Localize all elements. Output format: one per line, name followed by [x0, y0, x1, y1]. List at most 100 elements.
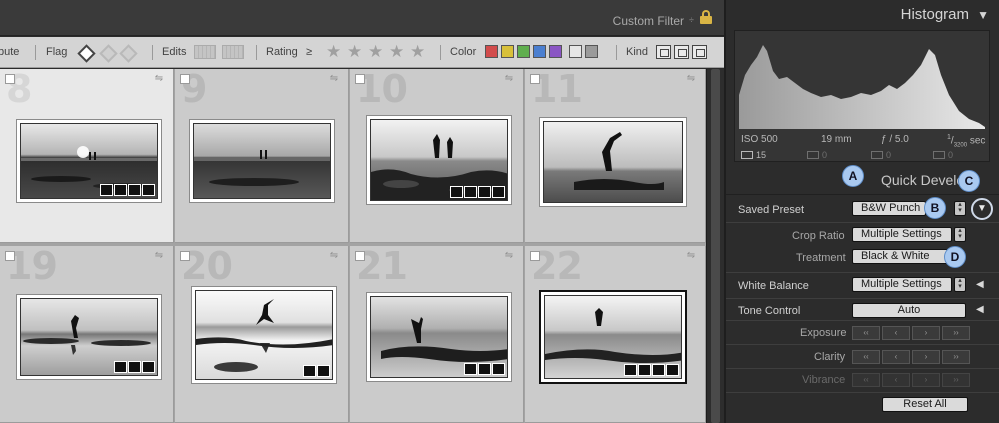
rotate-icon[interactable]: ⇋ [151, 74, 167, 84]
vibrance-increase[interactable]: › [912, 373, 940, 387]
clarity-decrease[interactable]: ‹ [882, 350, 910, 364]
histogram-panel[interactable]: ISO 500 19 mm ƒ / 5.0 1/3200 sec 15 0 0 … [734, 30, 990, 162]
exposure-decrease[interactable]: ‹ [882, 326, 910, 340]
auto-tone-button[interactable]: Auto [852, 303, 966, 318]
thumbnail[interactable] [191, 286, 337, 384]
redeye-tool-count-value: 0 [886, 150, 892, 160]
photo-ballerina-pool [195, 290, 333, 380]
clarity-increase[interactable]: › [912, 350, 940, 364]
clarity-decrease-large[interactable]: ‹‹ [852, 350, 880, 364]
tone-control-expand-icon[interactable]: ◀ [976, 304, 984, 315]
cell-checkbox[interactable] [5, 74, 15, 84]
cell-checkbox[interactable] [355, 251, 365, 261]
cell-checkbox[interactable] [5, 251, 15, 261]
histogram-header[interactable]: Histogram [901, 6, 969, 23]
rating-operator[interactable]: ≥ [306, 46, 312, 58]
edited-filter-icon[interactable] [194, 45, 216, 59]
rotate-icon[interactable]: ⇋ [683, 74, 699, 84]
thumbnail[interactable] [366, 292, 512, 382]
thumbnail[interactable] [16, 119, 162, 203]
grid-cell[interactable]: 21 ⇋ [350, 246, 524, 423]
callout-d: D [944, 246, 966, 268]
grid-cell[interactable]: 11 ⇋ [525, 69, 706, 243]
star-icon[interactable]: ★ [410, 42, 425, 62]
color-swatch-yellow[interactable] [501, 45, 514, 58]
virtual-copy-kind-icon[interactable] [674, 45, 689, 59]
rotate-icon[interactable]: ⇋ [501, 251, 517, 261]
vibrance-increase-large[interactable]: ›› [942, 373, 970, 387]
grid-cell[interactable]: 20 ⇋ [175, 246, 349, 423]
color-swatch-blue[interactable] [533, 45, 546, 58]
custom-filter-menu[interactable]: Custom Filter [613, 14, 684, 28]
rotate-icon[interactable]: ⇋ [326, 74, 342, 84]
thumbnail[interactable] [366, 115, 512, 205]
star-icon[interactable]: ★ [389, 42, 404, 62]
filter-menu-arrow-icon[interactable]: ÷ [689, 15, 694, 25]
grid-cell[interactable]: 10 ⇋ [350, 69, 524, 243]
cell-checkbox[interactable] [180, 74, 190, 84]
badge-icon [666, 364, 679, 376]
unflagged-icon[interactable] [100, 44, 114, 60]
grid-cell[interactable]: 22 ⇋ [525, 246, 706, 423]
exposure-decrease-large[interactable]: ‹‹ [852, 326, 880, 340]
badge-icon [142, 361, 155, 373]
star-icon[interactable]: ★ [368, 42, 383, 62]
vibrance-decrease[interactable]: ‹ [882, 373, 910, 387]
lock-icon[interactable] [700, 10, 712, 24]
cell-checkbox[interactable] [530, 74, 540, 84]
cell-checkbox[interactable] [355, 74, 365, 84]
cell-checkbox[interactable] [180, 251, 190, 261]
white-balance-dropdown[interactable]: Multiple Settings [852, 277, 952, 292]
redeye-tool-count[interactable]: 0 [871, 150, 891, 160]
attribute-label[interactable]: bute [0, 46, 19, 58]
clarity-increase-large[interactable]: ›› [942, 350, 970, 364]
rotate-icon[interactable]: ⇋ [683, 251, 699, 261]
spot-removal-icon [807, 151, 819, 159]
callout-a: A [842, 165, 864, 187]
thumbnail[interactable] [189, 119, 335, 203]
star-icon[interactable]: ★ [326, 42, 341, 62]
exposure-increase-large[interactable]: ›› [942, 326, 970, 340]
grid-cell[interactable]: 8 ⇋ [0, 69, 174, 243]
exposure-increase[interactable]: › [912, 326, 940, 340]
crop-ratio-dropdown[interactable]: Multiple Settings [852, 227, 952, 242]
cell-checkbox[interactable] [530, 251, 540, 261]
scrollbar-thumb[interactable] [711, 69, 720, 423]
treatment-dropdown[interactable]: Black & White [852, 249, 948, 264]
photo-violinist-rock [543, 121, 683, 203]
rejected-flag-icon[interactable] [120, 44, 134, 60]
reset-all-button[interactable]: Reset All [882, 397, 968, 412]
thumbnail-selected[interactable] [539, 290, 687, 384]
white-balance-stepper[interactable]: ▴ ▾ [954, 277, 966, 292]
color-swatch-none[interactable] [585, 45, 598, 58]
clarity-label: Clarity [814, 351, 846, 363]
color-swatch-custom[interactable] [569, 45, 582, 58]
white-balance-expand-icon[interactable]: ◀ [976, 279, 984, 290]
grid-cell[interactable]: 9 ⇋ [175, 69, 349, 243]
brush-tool-count[interactable]: 0 [933, 150, 953, 160]
saved-preset-dropdown[interactable]: B&W Punch [852, 201, 926, 216]
kind-label: Kind [626, 46, 649, 58]
collapse-arrow-icon[interactable]: ▼ [977, 8, 989, 22]
rotate-icon[interactable]: ⇋ [501, 74, 517, 84]
unedited-filter-icon[interactable] [222, 45, 244, 59]
video-kind-icon[interactable] [692, 45, 707, 59]
pick-flag-icon[interactable] [78, 44, 92, 60]
color-swatch-purple[interactable] [549, 45, 562, 58]
rotate-icon[interactable]: ⇋ [326, 251, 342, 261]
expand-arrow-callout-icon[interactable]: ▼ [971, 198, 993, 220]
grid-cell[interactable]: 19 ⇋ [0, 246, 174, 423]
master-photo-kind-icon[interactable] [656, 45, 671, 59]
color-swatch-green[interactable] [517, 45, 530, 58]
star-icon[interactable]: ★ [347, 42, 362, 62]
crop-tool-count[interactable]: 15 [741, 150, 766, 160]
vibrance-decrease-large[interactable]: ‹‹ [852, 373, 880, 387]
color-swatch-red[interactable] [485, 45, 498, 58]
spot-tool-count[interactable]: 0 [807, 150, 827, 160]
thumbnail[interactable] [16, 294, 162, 380]
crop-ratio-stepper[interactable]: ▴ ▾ [954, 227, 966, 242]
grid-scrollbar[interactable] [706, 69, 724, 423]
preset-stepper[interactable]: ▴ ▾ [954, 201, 966, 216]
thumbnail[interactable] [539, 117, 687, 207]
rotate-icon[interactable]: ⇋ [151, 251, 167, 261]
